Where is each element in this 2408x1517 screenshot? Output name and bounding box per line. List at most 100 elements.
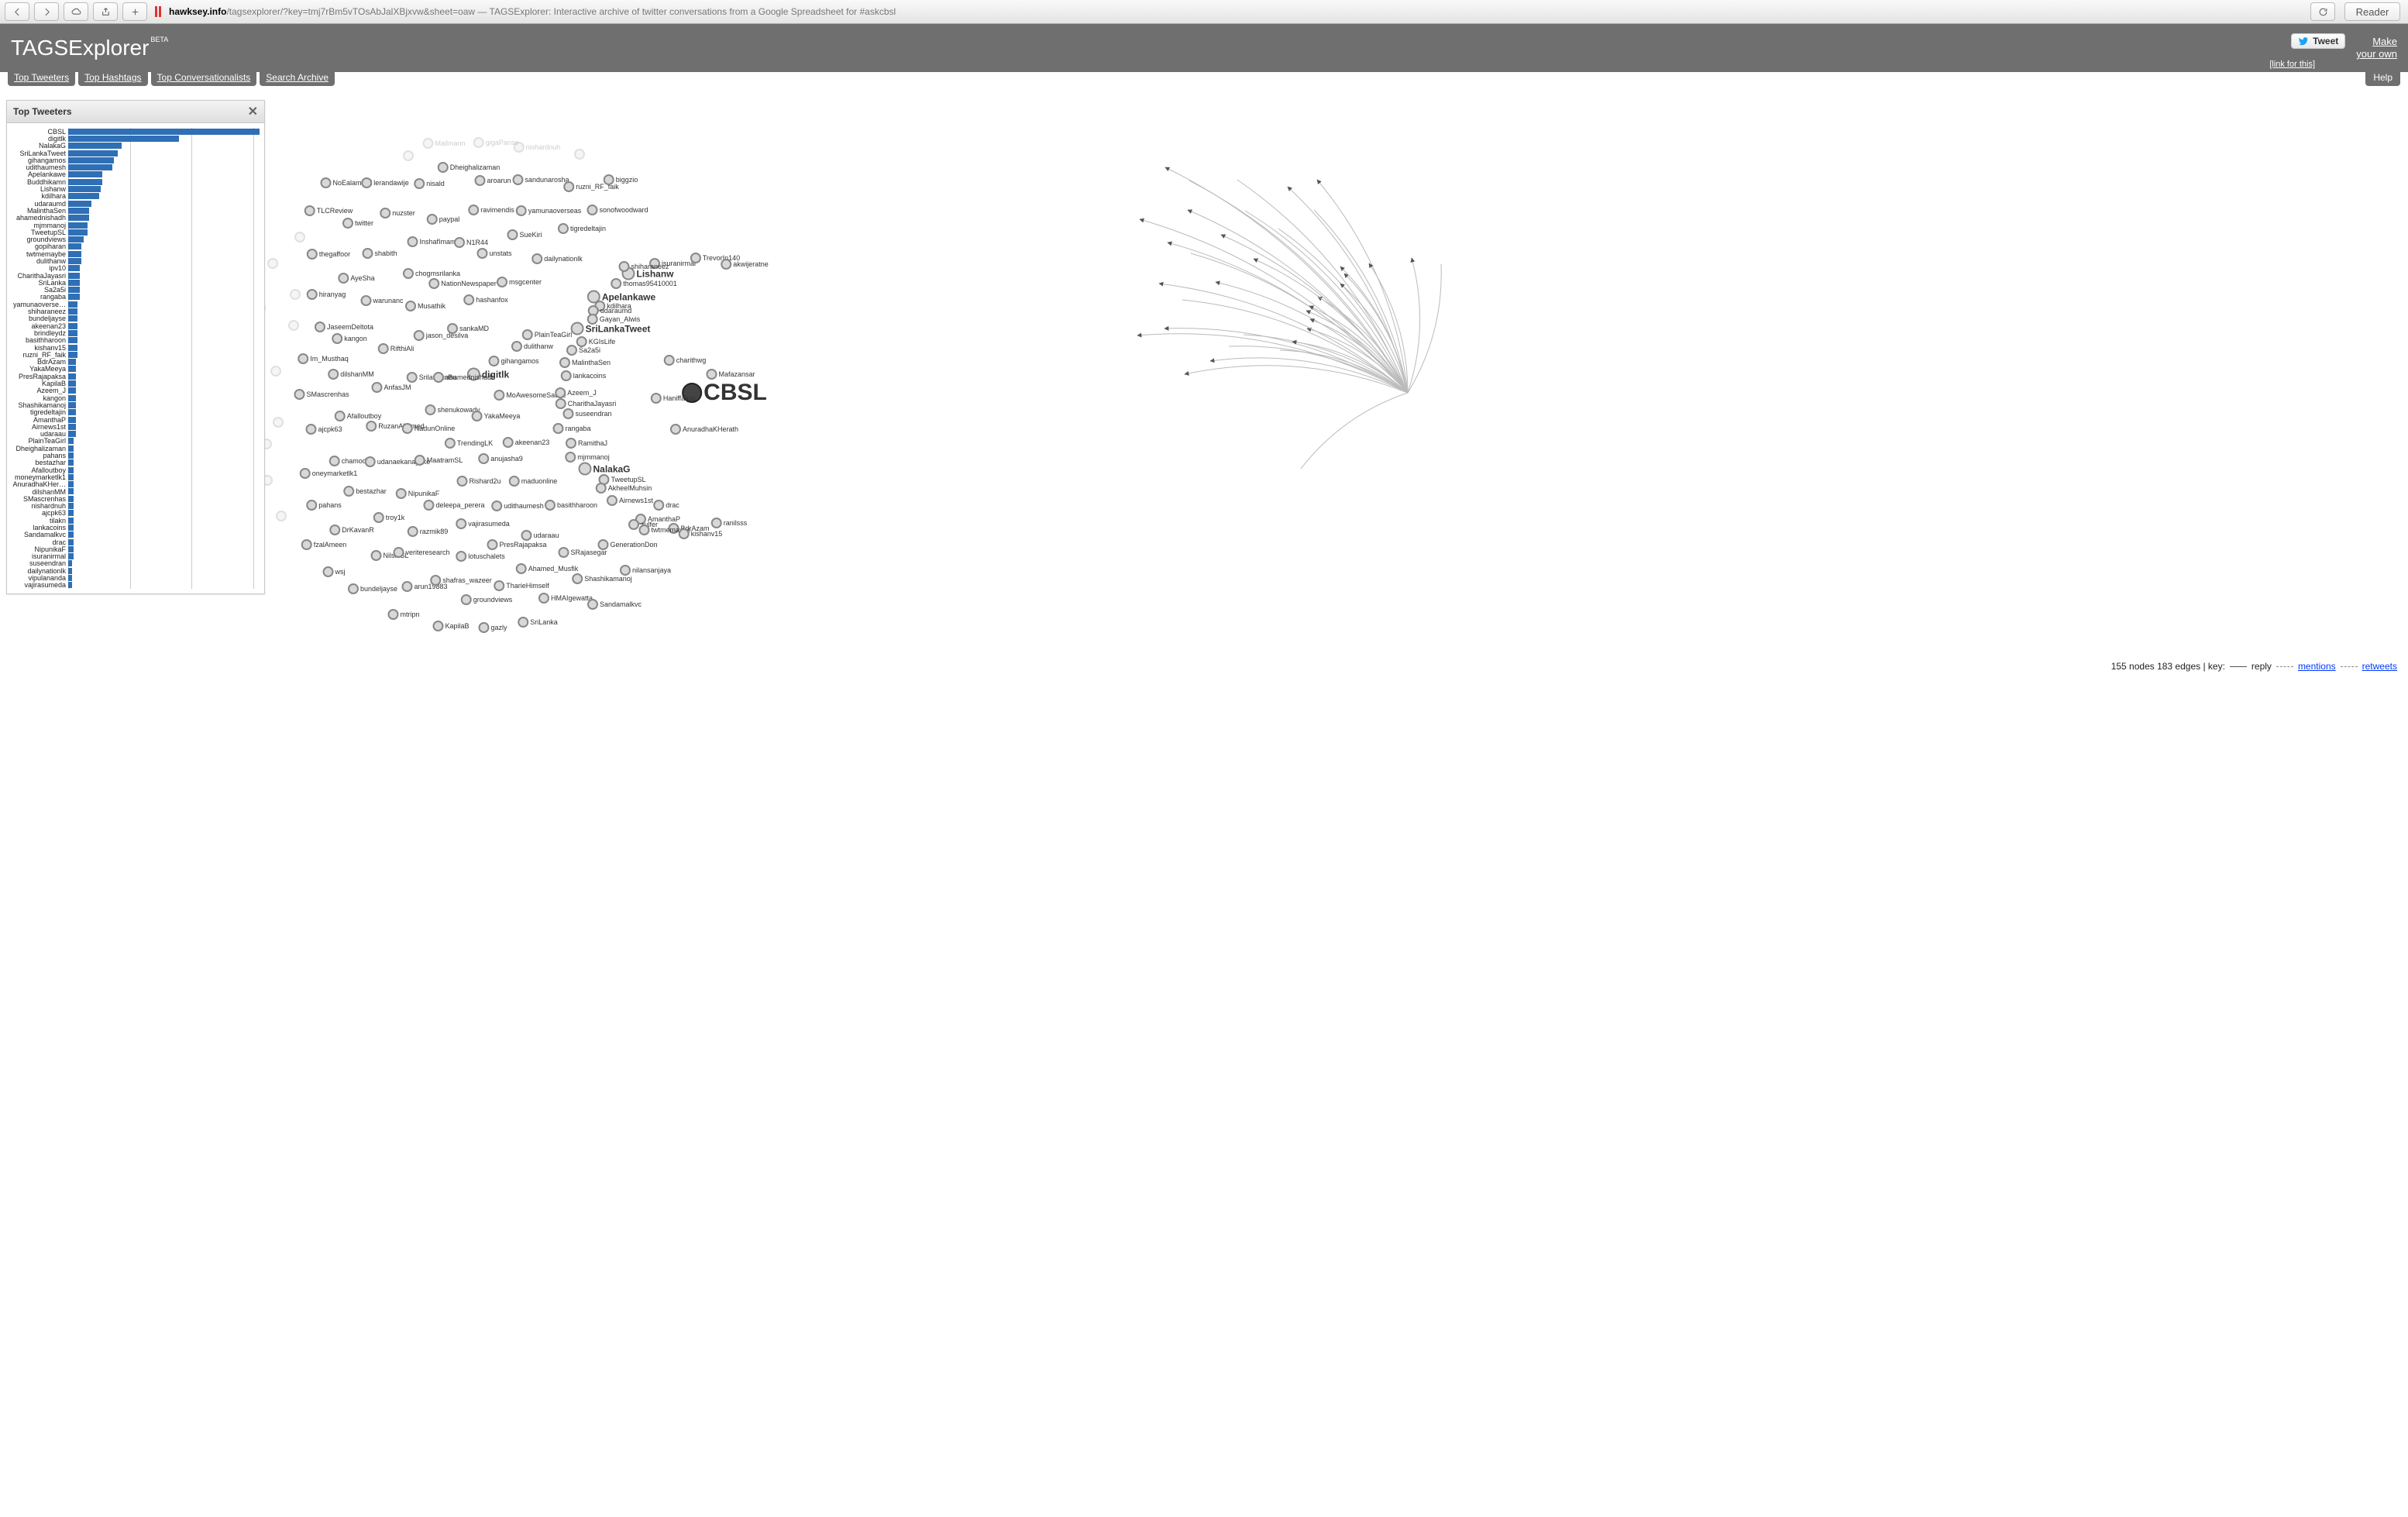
bar-row[interactable]: SriLanka (7, 279, 260, 286)
graph-node[interactable]: YakaMeeya (472, 411, 521, 421)
forward-button[interactable] (34, 2, 59, 21)
reload-button[interactable] (2310, 2, 2335, 21)
graph-node[interactable]: Rishard2u (456, 476, 501, 487)
bar-row[interactable]: gihangamos (7, 157, 260, 163)
graph-node[interactable]: Musathik (405, 301, 445, 311)
graph-node[interactable]: biggzio (604, 174, 638, 185)
graph-node[interactable]: ajcpk63 (305, 424, 342, 435)
graph-node[interactable]: kishanv15 (679, 528, 723, 539)
bar-row[interactable]: shiharaneez (7, 308, 260, 315)
graph-node[interactable]: lankacoins (561, 370, 607, 381)
graph-node[interactable]: deleepa_perera (423, 500, 484, 511)
graph-node[interactable]: bestazhar (343, 486, 387, 497)
bar-row[interactable]: vajirasumeda (7, 582, 260, 589)
bar-row[interactable]: tigredeltajin (7, 409, 260, 416)
graph-node[interactable]: udithaumesh (491, 501, 544, 511)
bar-row[interactable]: YakaMeeya (7, 366, 260, 373)
bar-row[interactable]: PlainTeaGirl (7, 438, 260, 445)
graph-node[interactable]: Azeem_J (555, 387, 597, 398)
graph-node[interactable]: Airnews1st (607, 495, 653, 506)
graph-node[interactable]: TharieHimself (494, 580, 549, 591)
graph-node[interactable]: razmik89 (408, 526, 449, 537)
help-button[interactable]: Help (2365, 69, 2400, 86)
reader-button[interactable]: Reader (2344, 2, 2400, 21)
graph-node[interactable]: gigaPanso (473, 137, 519, 148)
bar-row[interactable]: Shashikamanoj (7, 401, 260, 408)
graph-node[interactable]: drac (653, 500, 679, 511)
bar-row[interactable]: CBSL (7, 128, 260, 135)
bar-row[interactable]: Sa2a5i (7, 287, 260, 294)
panel-header[interactable]: Top Tweeters ✕ (7, 101, 264, 123)
bar-row[interactable]: kangon (7, 394, 260, 401)
bar-row[interactable]: bundeljayse (7, 315, 260, 322)
bar-row[interactable]: brindleydz (7, 329, 260, 336)
graph-node[interactable] (403, 150, 415, 161)
graph-node[interactable]: hiranyag (307, 289, 346, 300)
bar-row[interactable]: SriLankaTweet (7, 150, 260, 157)
tweet-button[interactable]: Tweet (2291, 33, 2345, 49)
bar-row[interactable]: lankacoins (7, 524, 260, 531)
bar-row[interactable]: twtmemaybe (7, 250, 260, 257)
graph-node[interactable]: suseendran (562, 408, 611, 419)
bar-row[interactable]: kdilhara (7, 193, 260, 200)
graph-node[interactable]: bundeljayse (348, 583, 397, 594)
graph-node[interactable]: nisald (414, 178, 445, 189)
graph-node[interactable]: fzalAmeen (301, 539, 347, 550)
graph-node[interactable]: HMAIgewatta (538, 593, 593, 604)
bar-row[interactable]: akeenan23 (7, 322, 260, 329)
graph-node[interactable]: GenerationDon (597, 539, 657, 550)
graph-node[interactable]: msgcenter (497, 277, 542, 287)
tab-search-archive[interactable]: Search Archive (260, 69, 335, 86)
bar-row[interactable]: ajcpk63 (7, 510, 260, 517)
graph-node[interactable]: maduonline (509, 476, 558, 487)
graph-node[interactable]: nuzster (380, 208, 415, 218)
graph-node[interactable]: ranilsss (711, 518, 748, 528)
back-button[interactable] (5, 2, 29, 21)
graph-node[interactable] (270, 366, 283, 377)
bar-row[interactable]: BdrAzam (7, 359, 260, 366)
graph-node[interactable]: Shashikamanoj (572, 573, 632, 584)
graph-node[interactable]: ravimendis (468, 205, 514, 215)
graph-node[interactable]: paypal (427, 214, 460, 225)
graph-node[interactable]: Gayan_Alwis (587, 314, 641, 325)
graph-node[interactable]: unstats (476, 248, 511, 259)
bar-row[interactable]: Azeem_J (7, 387, 260, 394)
graph-node[interactable]: warunanc (360, 295, 403, 306)
graph-node[interactable]: mjmmanoj (565, 452, 610, 463)
bar-row[interactable]: Lishanw (7, 185, 260, 192)
graph-node[interactable]: AkheelMuhsin (596, 483, 652, 494)
graph-node[interactable] (273, 417, 285, 428)
bar-row[interactable]: udithaumesh (7, 163, 260, 170)
graph-node[interactable]: charithwg (664, 355, 707, 366)
graph-node[interactable]: wsj (323, 566, 346, 577)
graph-node[interactable] (267, 258, 280, 269)
bar-row[interactable]: udaraumd (7, 200, 260, 207)
graph-node[interactable]: thegaffoor (307, 249, 350, 260)
bar-row[interactable]: CharithaJayasri (7, 272, 260, 279)
graph-node[interactable]: Afalloutboy (335, 411, 382, 421)
bar-row[interactable]: AnuradhaKHer… (7, 481, 260, 488)
bar-row[interactable]: groundviews (7, 236, 260, 243)
share-button[interactable] (93, 2, 118, 21)
bar-row[interactable]: ruzni_RF_faik (7, 351, 260, 358)
permalink-link[interactable]: [link for this] (2269, 60, 2315, 69)
bar-row[interactable]: Sandamalkvc (7, 531, 260, 538)
bar-row[interactable]: AmanthaP (7, 416, 260, 423)
graph-node[interactable] (574, 149, 587, 160)
graph-node[interactable] (288, 320, 301, 331)
graph-node[interactable]: SriLanka (518, 617, 558, 628)
bar-row[interactable]: dulithanw (7, 257, 260, 264)
graph-node[interactable]: dulithanw (511, 341, 553, 352)
graph-node[interactable]: tigredeltajin (558, 223, 606, 234)
panel-body[interactable]: CBSLdigitlkNalakaGSriLankaTweetgihangamo… (7, 123, 264, 593)
graph-node[interactable]: PresRajapaksa (487, 539, 546, 550)
graph-canvas[interactable]: CBSLNalakaGSriLankaTweetApelankaweLishan… (0, 88, 2408, 676)
graph-node[interactable]: twitter (342, 218, 373, 229)
bar-row[interactable]: NalakaG (7, 143, 260, 150)
bar-row[interactable]: PresRajapaksa (7, 373, 260, 380)
bar-row[interactable]: KapilaB (7, 380, 260, 387)
mentions-toggle-link[interactable]: mentions (2298, 661, 2336, 672)
graph-node[interactable]: basithharoon (545, 500, 597, 511)
graph-node[interactable]: SueKiri (507, 229, 542, 240)
graph-node[interactable]: AnfasJM (371, 382, 411, 393)
